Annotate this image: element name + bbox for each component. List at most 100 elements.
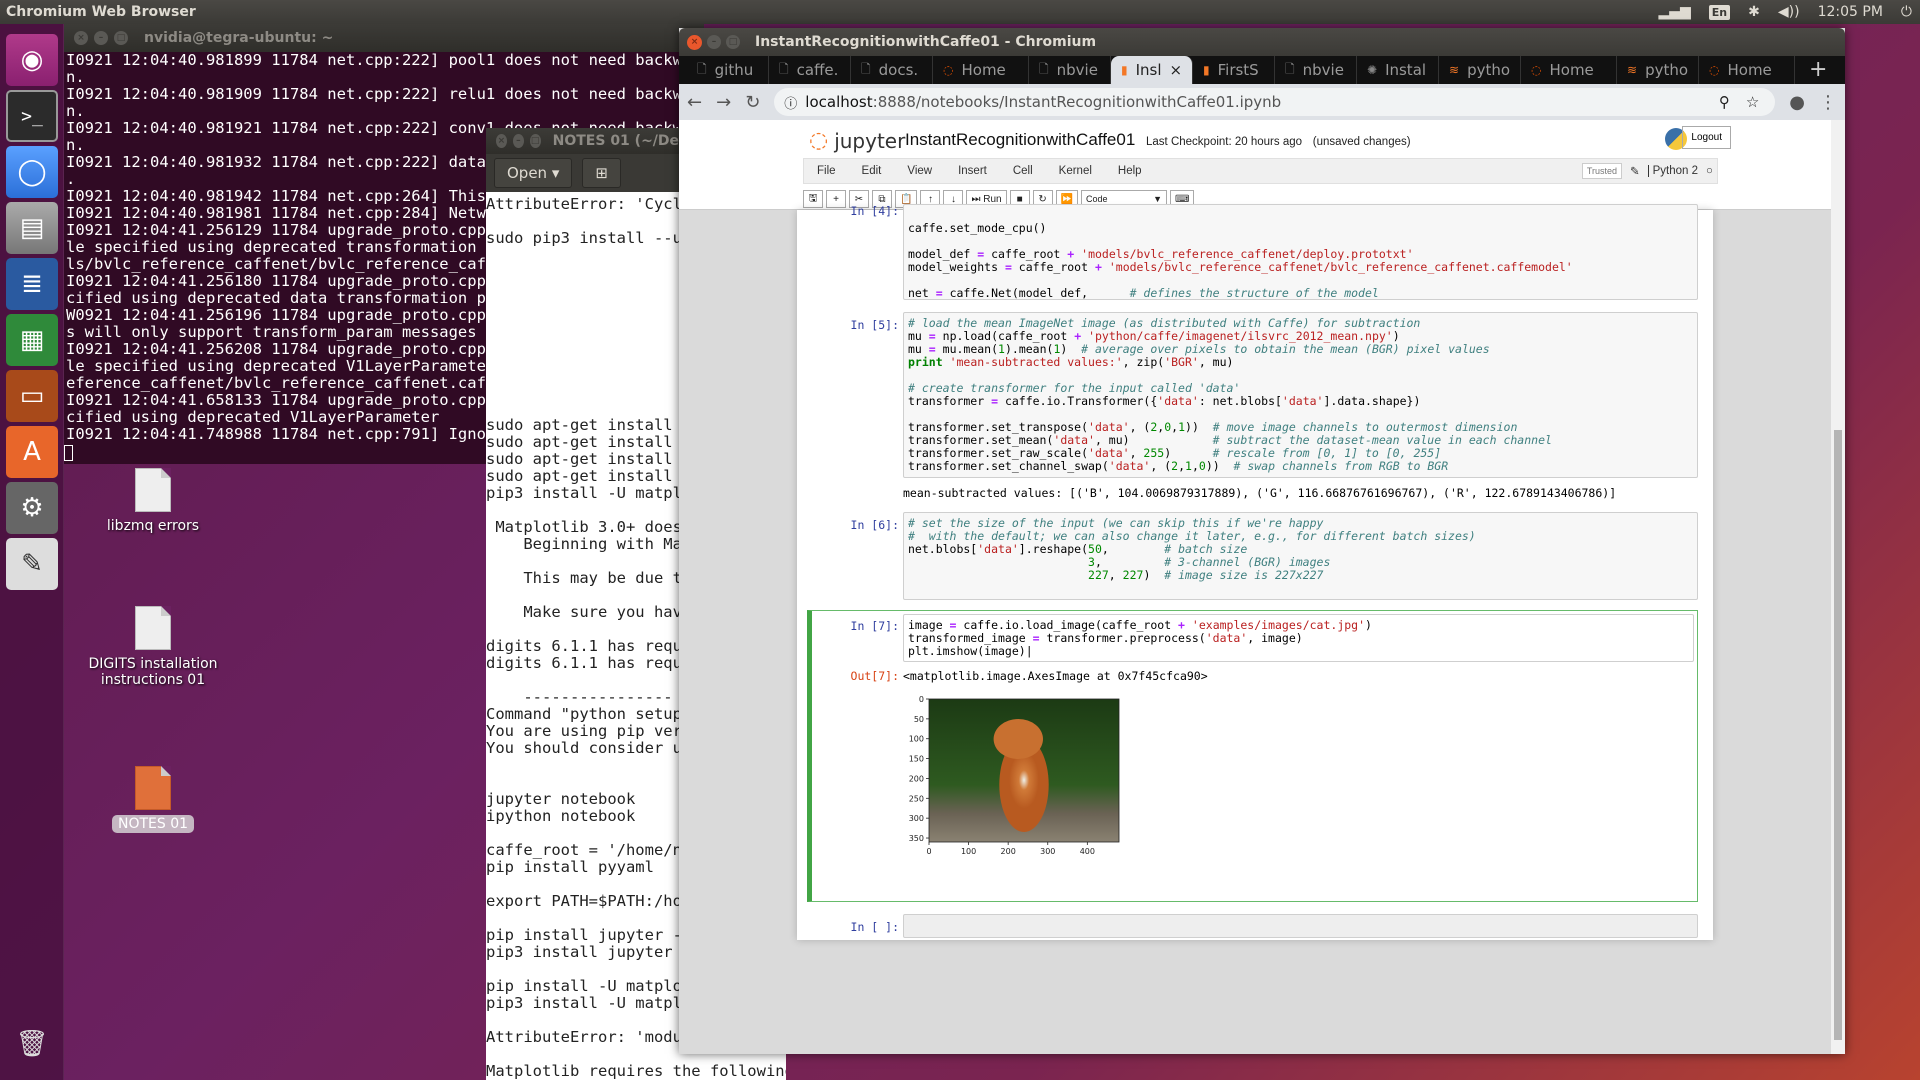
- selected-code-cell[interactable]: In [7]: image = caffe.io.load_image(caff…: [807, 610, 1698, 902]
- writer-launcher-icon[interactable]: ≣: [6, 258, 58, 310]
- close-tab-icon[interactable]: ×: [1170, 61, 1183, 79]
- chromium-titlebar[interactable]: × – □ InstantRecognitionwithCaffe01 - Ch…: [679, 28, 1845, 56]
- profile-icon[interactable]: ●: [1789, 92, 1805, 113]
- terminal-titlebar[interactable]: × – □ nvidia@tegra-ubuntu: ~: [64, 24, 704, 52]
- desktop-icon-notes-01[interactable]: NOTES 01: [88, 766, 218, 833]
- jupyter-page: ◌ jupyter InstantRecognitionwithCaffe01 …: [679, 120, 1845, 1054]
- browser-tab[interactable]: ≋ pytho: [1617, 56, 1699, 84]
- y-tick-label: 100: [909, 735, 924, 744]
- desktop-icon-label: DIGITS installation instructions 01: [88, 656, 218, 688]
- system-settings-icon[interactable]: ⚙: [6, 482, 58, 534]
- minimize-icon[interactable]: –: [94, 31, 108, 45]
- maximize-icon[interactable]: □: [114, 31, 128, 45]
- impress-launcher-icon[interactable]: ▭: [6, 370, 58, 422]
- browser-tab[interactable]: ▮ FirstS: [1193, 56, 1275, 84]
- terminal-launcher-icon[interactable]: >_: [6, 90, 58, 142]
- stackoverflow-icon: ≋: [1449, 63, 1460, 77]
- close-icon[interactable]: ×: [74, 31, 88, 45]
- active-app-name: Chromium Web Browser: [6, 4, 196, 20]
- desktop-icon-digits-instructions[interactable]: DIGITS installation instructions 01: [88, 606, 218, 688]
- menu-insert[interactable]: Insert: [945, 165, 1000, 177]
- minimize-icon[interactable]: –: [512, 134, 524, 148]
- network-icon[interactable]: ▂▄▆: [1658, 4, 1690, 20]
- tab-label: pytho: [1645, 61, 1689, 79]
- trash-icon[interactable]: 🗑: [6, 1018, 58, 1070]
- browser-tab[interactable]: ▮ Insl ×: [1111, 56, 1193, 84]
- browser-tab[interactable]: 🗋 nbvie: [1029, 56, 1111, 84]
- calc-launcher-icon[interactable]: ▦: [6, 314, 58, 366]
- bluetooth-icon[interactable]: ✱: [1748, 4, 1760, 20]
- forward-icon[interactable]: →: [716, 92, 731, 113]
- menu-icon[interactable]: ⋮: [1819, 92, 1837, 113]
- close-icon[interactable]: ×: [687, 34, 702, 50]
- browser-tab[interactable]: 🗋 caffe.: [769, 56, 851, 84]
- menu-cell[interactable]: Cell: [1000, 165, 1046, 177]
- jupyter-logo-text: jupyter: [834, 128, 906, 153]
- new-tab-icon[interactable]: ⊞: [582, 158, 621, 188]
- imshow-plot: 0 100 200 300 400 0 50 100 150 200 250 300 350: [909, 695, 1120, 856]
- chromium-launcher-icon[interactable]: ◯: [6, 146, 58, 198]
- notebook-name[interactable]: InstantRecognitionwithCaffe01: [905, 130, 1135, 149]
- code-input[interactable]: # load the mean ImageNet image (as distr…: [903, 312, 1698, 478]
- logout-button[interactable]: Logout: [1682, 126, 1731, 149]
- open-button[interactable]: Open ▾: [494, 158, 573, 188]
- back-icon[interactable]: ←: [687, 92, 702, 113]
- chevron-down-icon: ▼: [1153, 194, 1163, 204]
- close-icon[interactable]: ×: [496, 134, 507, 148]
- text-editor-launcher-icon[interactable]: ✎: [6, 538, 58, 590]
- jupyter-logo[interactable]: ◌ jupyter: [809, 128, 905, 153]
- ubuntu-icon: ✺: [1367, 63, 1378, 77]
- new-tab-button[interactable]: +: [1795, 56, 1841, 84]
- code-input[interactable]: image = caffe.io.load_image(caffe_root +…: [903, 614, 1694, 662]
- toolbar: ← → ↻ ⓘ localhost:8888/notebooks/Instant…: [679, 84, 1845, 120]
- browser-tab[interactable]: 🗋 docs.: [851, 56, 933, 84]
- browser-tab[interactable]: ≋ pytho: [1439, 56, 1521, 84]
- reload-icon[interactable]: ↻: [745, 92, 760, 113]
- browser-tab[interactable]: ◌ Home: [1521, 56, 1617, 84]
- y-tick-label: 250: [909, 794, 924, 803]
- volume-icon[interactable]: ◀)): [1778, 4, 1800, 20]
- kernel-name[interactable]: Python 2: [1647, 165, 1698, 177]
- maximize-icon[interactable]: □: [529, 134, 541, 148]
- page-scrollbar[interactable]: [1831, 120, 1845, 1054]
- browser-tab[interactable]: 🗋 nbvie: [1275, 56, 1357, 84]
- address-bar[interactable]: ⓘ localhost:8888/notebooks/InstantRecogn…: [774, 88, 1776, 116]
- scrollbar-thumb[interactable]: [1834, 430, 1842, 1040]
- keyboard-layout-indicator[interactable]: En: [1708, 4, 1731, 20]
- trusted-badge[interactable]: Trusted: [1581, 163, 1622, 179]
- menu-view[interactable]: View: [894, 165, 945, 177]
- software-center-icon[interactable]: A: [6, 426, 58, 478]
- tab-label: nbvie: [1302, 61, 1344, 79]
- code-input[interactable]: caffe.set_mode_cpu() model_def = caffe_r…: [903, 204, 1698, 300]
- menu-help[interactable]: Help: [1105, 165, 1155, 177]
- clock[interactable]: 12:05 PM: [1818, 4, 1883, 20]
- menu-kernel[interactable]: Kernel: [1046, 165, 1105, 177]
- menu-edit[interactable]: Edit: [849, 165, 895, 177]
- code-input[interactable]: # set the size of the input (we can skip…: [903, 512, 1698, 600]
- browser-tab[interactable]: ✺ Instal: [1357, 56, 1439, 84]
- maximize-icon[interactable]: □: [726, 35, 740, 49]
- tab-label: Home: [1727, 61, 1772, 79]
- minimize-icon[interactable]: –: [707, 35, 721, 49]
- power-gear-icon[interactable]: ⏻: [1901, 4, 1912, 20]
- browser-tab[interactable]: 🗋 githu: [687, 56, 769, 84]
- info-icon[interactable]: ⓘ: [784, 93, 797, 112]
- browser-tab[interactable]: ◌ Home: [1699, 56, 1795, 84]
- text-file-icon: [135, 766, 171, 810]
- y-tick-label: 300: [909, 814, 924, 823]
- tab-label: githu: [714, 61, 754, 79]
- code-input[interactable]: [903, 914, 1698, 938]
- files-launcher-icon[interactable]: ▤: [6, 202, 58, 254]
- x-tick-label: 300: [1040, 847, 1055, 856]
- menu-file[interactable]: File: [804, 165, 849, 177]
- tab-label: pytho: [1467, 61, 1511, 79]
- x-tick-label: 200: [1001, 847, 1016, 856]
- text-file-icon: [135, 468, 171, 512]
- zoom-out-icon[interactable]: ⚲: [1719, 93, 1730, 111]
- tab-label: FirstS: [1217, 61, 1259, 79]
- edit-pencil-icon[interactable]: ✎: [1630, 164, 1640, 178]
- bookmark-star-icon[interactable]: ☆: [1746, 93, 1759, 111]
- browser-tab[interactable]: ◌ Home: [933, 56, 1029, 84]
- ubuntu-dash-icon[interactable]: ◉: [6, 34, 58, 86]
- desktop-icon-libzmq-errors[interactable]: libzmq errors: [88, 468, 218, 534]
